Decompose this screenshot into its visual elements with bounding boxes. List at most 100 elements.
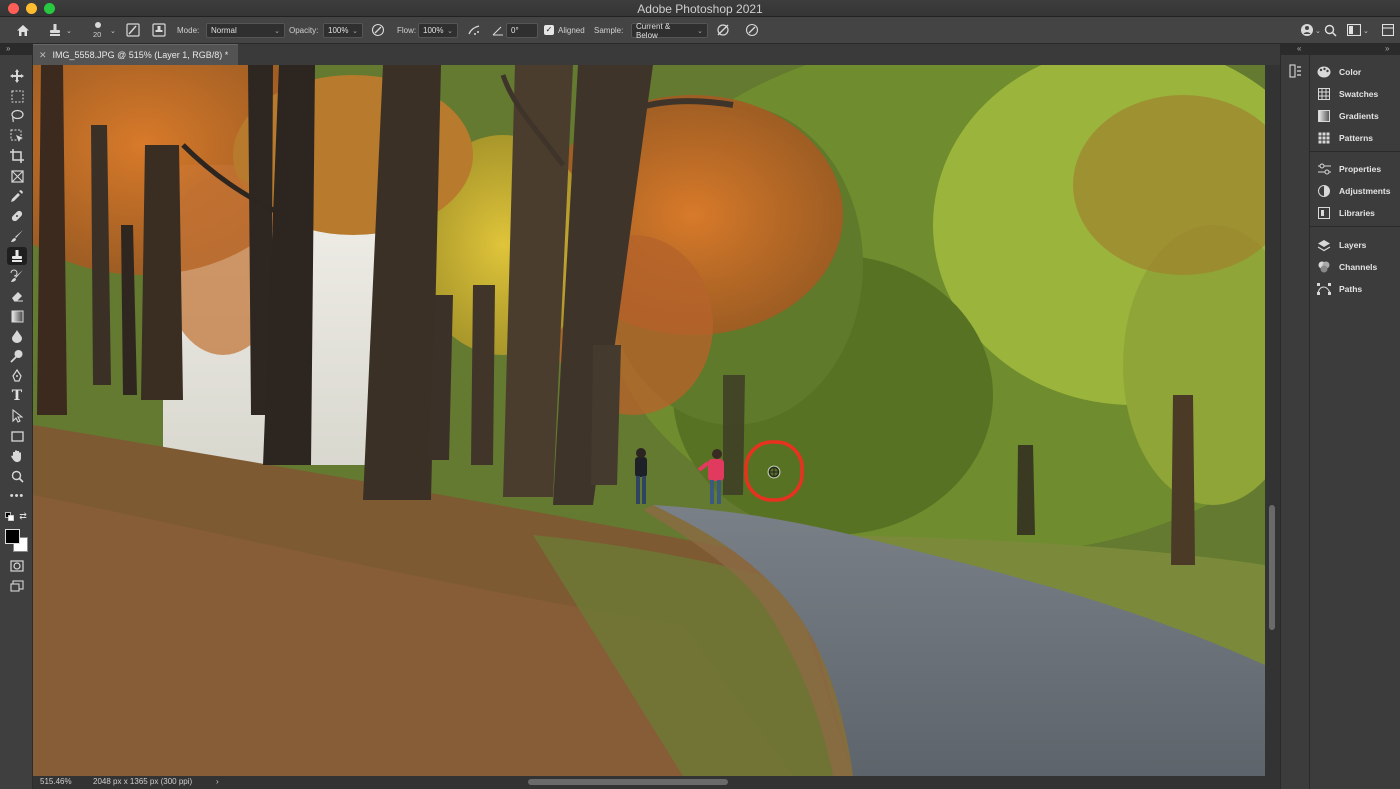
type-tool-icon[interactable]: T: [7, 387, 27, 405]
share-chevron-down-icon[interactable]: ⌄: [1315, 17, 1321, 44]
panel-channels[interactable]: Channels: [1317, 258, 1377, 276]
autumn-park-photo: [33, 65, 1265, 776]
panels-collapse-icon[interactable]: »: [1385, 44, 1389, 53]
tab-strip: [238, 44, 1280, 65]
brush-angle-input[interactable]: 0°: [506, 23, 538, 38]
eraser-tool-icon[interactable]: [7, 287, 27, 305]
panel-separator: [1310, 226, 1400, 227]
edit-toolbar-icon[interactable]: •••: [7, 487, 27, 505]
frame-tool-icon[interactable]: [7, 167, 27, 185]
opacity-input[interactable]: 100% ⌄: [323, 23, 363, 38]
panel-gradients[interactable]: Gradients: [1317, 107, 1379, 125]
opacity-label: Opacity:: [289, 26, 319, 35]
brush-picker-chevron-down-icon[interactable]: ⌄: [110, 17, 116, 44]
opacity-chevron-down-icon: ⌄: [352, 27, 358, 35]
options-bar: ⌄ 20 ⌄ Mode: Normal ⌄ Opacity: 100% ⌄ Flow…: [0, 17, 1400, 44]
mode-value: Normal: [211, 26, 237, 35]
panel-patterns[interactable]: Patterns: [1317, 129, 1373, 147]
dodge-tool-icon[interactable]: [7, 347, 27, 365]
aligned-checkbox[interactable]: ✓: [544, 25, 554, 35]
clone-stamp-tool-icon[interactable]: [7, 247, 27, 265]
vertical-scroll-thumb[interactable]: [1269, 505, 1275, 630]
sample-select[interactable]: Current & Below ⌄: [631, 22, 708, 40]
document-info: 2048 px x 1365 px (300 ppi): [93, 777, 193, 786]
document-canvas[interactable]: [33, 65, 1265, 776]
sample-chevron-down-icon: ⌄: [697, 27, 703, 35]
quick-mask-icon[interactable]: [7, 557, 27, 575]
clone-stamp-tool-preset-icon[interactable]: [47, 22, 63, 38]
panel-properties[interactable]: Properties: [1317, 160, 1381, 178]
move-tool-icon[interactable]: [7, 67, 27, 85]
blur-tool-icon[interactable]: [7, 327, 27, 345]
document-tab-title: IMG_5558.JPG @ 515% (Layer 1, RGB/8) *: [52, 50, 229, 60]
tool-preset-chevron-down-icon[interactable]: ⌄: [66, 17, 72, 44]
properties-sliders-icon: [1317, 162, 1331, 176]
brush-tool-icon[interactable]: [7, 227, 27, 245]
path-selection-tool-icon[interactable]: [7, 407, 27, 425]
status-bar: 515.46% 2048 px x 1365 px (300 ppi) ›: [33, 776, 1280, 789]
toolbar-collapse-icon[interactable]: »: [6, 44, 10, 53]
close-tab-icon[interactable]: ✕: [39, 50, 47, 61]
panel-color[interactable]: Color: [1317, 63, 1361, 81]
gradients-icon: [1317, 109, 1331, 123]
toggle-clone-source-icon[interactable]: [151, 22, 167, 38]
search-icon[interactable]: [1322, 22, 1338, 38]
brush-size-value[interactable]: 20: [93, 24, 101, 44]
flow-input[interactable]: 100% ⌄: [418, 23, 458, 38]
patterns-grid-icon: [1317, 131, 1331, 145]
pressure-size-icon[interactable]: [744, 22, 760, 38]
pen-tool-icon[interactable]: [7, 367, 27, 385]
channels-icon: [1317, 260, 1331, 274]
arrange-documents-icon[interactable]: [1380, 22, 1396, 38]
midstrip-collapse-icon[interactable]: «: [1297, 44, 1301, 53]
panel-swatches[interactable]: Swatches: [1317, 85, 1378, 103]
layers-icon: [1317, 238, 1331, 252]
share-icon[interactable]: [1299, 22, 1315, 38]
lasso-tool-icon[interactable]: [7, 107, 27, 125]
swap-colors-icon[interactable]: ⇄: [18, 511, 28, 521]
zoom-tool-icon[interactable]: [7, 467, 27, 485]
vertical-scrollbar[interactable]: [1265, 65, 1280, 776]
healing-brush-tool-icon[interactable]: [7, 207, 27, 225]
rectangle-tool-icon[interactable]: [7, 427, 27, 445]
history-panel-icon[interactable]: [1289, 64, 1303, 81]
flow-value: 100%: [423, 26, 444, 35]
panel-adjustments[interactable]: Adjustments: [1317, 182, 1390, 200]
mode-chevron-down-icon: ⌄: [274, 27, 280, 35]
screen-mode-icon[interactable]: [7, 577, 27, 595]
color-palette-icon: [1317, 65, 1331, 79]
panel-paths[interactable]: Paths: [1317, 280, 1362, 298]
workspace-chevron-down-icon[interactable]: ⌄: [1363, 17, 1369, 44]
panel-layers[interactable]: Layers: [1317, 236, 1366, 254]
gradient-tool-icon[interactable]: [7, 307, 27, 325]
foreground-color-swatch[interactable]: [5, 529, 20, 544]
crop-tool-icon[interactable]: [7, 147, 27, 165]
mode-select[interactable]: Normal ⌄: [206, 23, 285, 38]
default-colors-icon[interactable]: [4, 511, 14, 521]
status-menu-arrow-icon[interactable]: ›: [216, 777, 219, 786]
horizontal-scroll-thumb[interactable]: [528, 779, 728, 785]
zoom-level[interactable]: 515.46%: [40, 777, 72, 786]
eyedropper-tool-icon[interactable]: [7, 187, 27, 205]
brush-angle-icon: [490, 22, 506, 38]
libraries-icon: [1317, 206, 1331, 220]
history-brush-tool-icon[interactable]: [7, 267, 27, 285]
collapsed-panel-strip: [1280, 55, 1310, 789]
title-bar: Adobe Photoshop 2021: [0, 0, 1400, 17]
flow-chevron-down-icon: ⌄: [447, 27, 453, 35]
opacity-value: 100%: [328, 26, 349, 35]
airbrush-icon[interactable]: [466, 22, 482, 38]
panel-libraries[interactable]: Libraries: [1317, 204, 1375, 222]
pressure-opacity-icon[interactable]: [370, 22, 386, 38]
toggle-brush-settings-icon[interactable]: [125, 22, 141, 38]
workspace-icon[interactable]: [1346, 22, 1362, 38]
home-icon[interactable]: [15, 22, 31, 38]
document-tab[interactable]: ✕ IMG_5558.JPG @ 515% (Layer 1, RGB/8) *: [33, 44, 238, 65]
panel-separator: [1310, 151, 1400, 152]
panels-dock: Color Swatches Gradients Patterns Proper…: [1310, 55, 1400, 789]
marquee-tool-icon[interactable]: [7, 87, 27, 105]
ignore-adjustment-layers-icon[interactable]: [715, 22, 731, 38]
tools-panel: T ••• ⇄: [0, 55, 33, 789]
hand-tool-icon[interactable]: [7, 447, 27, 465]
object-selection-tool-icon[interactable]: [7, 127, 27, 145]
